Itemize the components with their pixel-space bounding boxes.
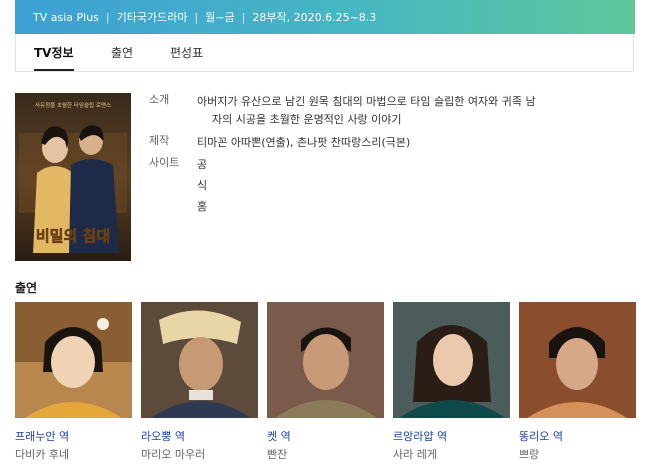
intro-text-line2: 자의 시공을 초월한 운명적인 사랑 이야기 [212,113,402,126]
tab-tv-info[interactable]: TV정보 [34,34,74,71]
cast-heading: 출연 [15,281,38,295]
poster-image: 사유정을 초월한 타임슬립 로맨스 비밀의 침대 [15,93,131,261]
tab-bar: TV정보 출연 편성표 [15,34,634,72]
cast-photo[interactable] [141,302,258,418]
cast-actor[interactable]: 쁘랑 [519,446,539,462]
program-header-bar: TV asia Plus | 기타국가드라마 | 월~금 | 28부작, 202… [15,0,635,34]
divider: | [105,10,110,24]
tab-cast[interactable]: 출연 [111,34,133,71]
cast-actor[interactable]: 빤잔 [267,446,287,462]
cast-card: 라오뿡 역 마리오 마우러 [141,302,258,461]
cast-actor[interactable]: 사라 레게 [393,446,437,462]
production-value: 티마꼰 아따뽄(연출), 촌나팟 찬따랑스리(극본) [197,136,411,149]
production-label: 제작 [149,134,170,147]
poster-tagline: 사유정을 초월한 타임슬립 로맨스 [35,101,111,109]
cast-card: 켓 역 빤잔 [267,302,384,461]
cast-role[interactable]: 르앙라얍 역 [393,428,447,444]
site-label: 사이트 [149,156,180,169]
cast-role[interactable]: 똥리오 역 [519,428,563,444]
genre: 기타국가드라마 [116,11,188,24]
cast-role[interactable]: 켓 역 [267,428,291,444]
cast-photo[interactable] [267,302,384,418]
cast-actor[interactable]: 마리오 마우러 [141,446,205,462]
tab-schedule[interactable]: 편성표 [170,34,203,71]
cast-role[interactable]: 프래누안 역 [15,428,69,444]
cast-card: 똥리오 역 쁘랑 [519,302,636,461]
poster-title-art: 비밀의 침대 [36,227,110,245]
official-site-link[interactable]: 공식홈 [197,154,207,217]
cast-photo[interactable] [519,302,636,418]
cast-photo[interactable] [15,302,132,418]
cast-role[interactable]: 라오뿡 역 [141,428,185,444]
broadcast-days: 월~금 [205,11,235,24]
cast-card: 르앙라얍 역 사라 레게 [393,302,510,461]
divider: | [241,10,246,24]
cast-photo[interactable] [393,302,510,418]
episode-info: 28부작, 2020.6.25~8.3 [252,11,377,24]
divider: | [194,10,199,24]
cast-actor[interactable]: 다비카 후네 [15,446,69,462]
program-poster[interactable]: 사유정을 초월한 타임슬립 로맨스 비밀의 침대 [15,93,131,261]
channel-name: TV asia Plus [33,10,99,24]
cast-card: 프래누안 역 다비카 후네 [15,302,132,461]
intro-label: 소개 [149,93,170,106]
